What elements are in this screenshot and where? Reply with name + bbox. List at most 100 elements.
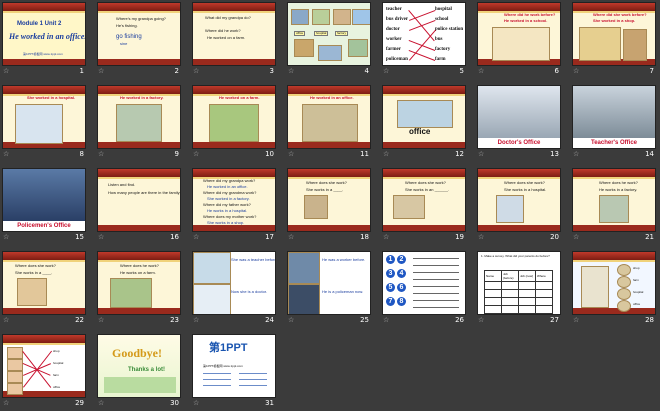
slide-thumbnail-15[interactable]: Policemen's Office — [2, 168, 86, 232]
slide-thumbnail-6[interactable]: Where did he work before? He worked in a … — [477, 2, 561, 66]
transition-star-icon[interactable]: ☆ — [98, 150, 104, 158]
slide-thumbnail-10[interactable]: He worked on a farm. — [192, 85, 276, 149]
match-line — [409, 20, 436, 31]
transition-star-icon[interactable]: ☆ — [3, 399, 9, 407]
place-word: police station — [435, 27, 464, 32]
transition-star-icon[interactable]: ☆ — [193, 233, 199, 241]
transition-star-icon[interactable]: ☆ — [288, 233, 294, 241]
table-cell — [518, 289, 536, 298]
transition-star-icon[interactable]: ☆ — [288, 316, 294, 324]
slide-thumbnail-5[interactable]: teacher bus driver doctor worker farmer polic… — [382, 2, 466, 66]
transition-star-icon[interactable]: ☆ — [383, 67, 389, 75]
text-line — [239, 379, 267, 380]
table-cell — [484, 289, 502, 298]
transition-star-icon[interactable]: ☆ — [478, 150, 484, 158]
slide-thumbnail-28[interactable]: shop farm hospital office — [572, 251, 656, 315]
slide-picture — [304, 195, 328, 219]
transition-star-icon[interactable]: ☆ — [193, 399, 199, 407]
slide-footer-band — [478, 225, 560, 231]
slide-number: 2 — [174, 67, 179, 75]
slide-thumbnail-26[interactable]: 12345678 — [382, 251, 466, 315]
slide-header-band — [478, 3, 560, 13]
slide-picture — [352, 9, 370, 25]
slide-thumbnail-13[interactable]: Doctor's Office — [477, 85, 561, 149]
answer-line — [413, 272, 459, 273]
slide-thumbnail-16[interactable]: Listen and find. How many people are ther… — [97, 168, 181, 232]
slide-text: Where does she work? — [306, 180, 347, 185]
slide-header-band — [478, 169, 560, 179]
slide-thumbnail-19[interactable]: Where does she work? She works in an ____… — [382, 168, 466, 232]
transition-star-icon[interactable]: ☆ — [573, 67, 579, 75]
transition-star-icon[interactable]: ☆ — [383, 316, 389, 324]
transition-star-icon[interactable]: ☆ — [383, 150, 389, 158]
transition-star-icon[interactable]: ☆ — [98, 316, 104, 324]
slide-thumbnail-3[interactable]: What did my grandpa do? Where did he work… — [192, 2, 276, 66]
slide-thumbnail-14[interactable]: Teacher's Office — [572, 85, 656, 149]
slide-thumbnail-17[interactable]: Where did my grandpa work? He worked in a… — [192, 168, 276, 232]
slide-text: She works in a ____. — [15, 270, 53, 275]
transition-star-icon[interactable]: ☆ — [193, 316, 199, 324]
slide-thumbnail-31[interactable]: 第1PPT 第1PPT模板网 www.1ppt.com — [192, 334, 276, 398]
transition-star-icon[interactable]: ☆ — [98, 233, 104, 241]
slide-thumbnail-25[interactable]: He was a worker before. He is a policeman… — [287, 251, 371, 315]
slide-number: 8 — [79, 150, 84, 158]
transition-star-icon[interactable]: ☆ — [478, 67, 484, 75]
transition-star-icon[interactable]: ☆ — [98, 67, 104, 75]
transition-star-icon[interactable]: ☆ — [573, 233, 579, 241]
slide-thumbnail-11[interactable]: He worked in an office. — [287, 85, 371, 149]
transition-star-icon[interactable]: ☆ — [383, 233, 389, 241]
slide-thumbnail-12[interactable]: office — [382, 85, 466, 149]
slide-thumbnail-27[interactable]: 1. Make a survey. What did your parents … — [477, 251, 561, 315]
slide-footer-band — [383, 142, 465, 148]
slide-picture — [623, 29, 647, 61]
slide-thumbnail-29[interactable]: shop hospital farm office — [2, 334, 86, 398]
slide-thumbnail-8[interactable]: She worked in a hospital. — [2, 85, 86, 149]
number-circle: 5 — [386, 283, 395, 292]
slide-thumbnail-1[interactable]: Module 1 Unit 2 He worked in an office. 第1… — [2, 2, 86, 66]
slide-thumbnail-4[interactable]: office hospital factory — [287, 2, 371, 66]
slide-picture — [193, 252, 231, 284]
slide-text: What did my grandpa do? — [205, 15, 251, 20]
transition-star-icon[interactable]: ☆ — [98, 399, 104, 407]
transition-star-icon[interactable]: ☆ — [573, 316, 579, 324]
slide-thumbnail-7[interactable]: Where did she work before? She worked in … — [572, 2, 656, 66]
slide-thumbnail-22[interactable]: Where does she work? She works in a ____. — [2, 251, 86, 315]
slide-thumbnail-30[interactable]: Goodbye! Thanks a lot! — [97, 334, 181, 398]
number-circle: 6 — [397, 283, 406, 292]
slide-text: She works in a hospital. — [504, 187, 547, 192]
table-cell — [501, 297, 519, 306]
transition-star-icon[interactable]: ☆ — [3, 67, 9, 75]
text-line — [239, 385, 267, 386]
slide-footer-band — [98, 142, 180, 148]
slide-subtitle: Thanks a lot! — [128, 367, 166, 373]
transition-star-icon[interactable]: ☆ — [3, 150, 9, 158]
transition-star-icon[interactable]: ☆ — [3, 233, 9, 241]
transition-star-icon[interactable]: ☆ — [478, 316, 484, 324]
slide-thumbnail-23[interactable]: Where does he work? He works on a farm. — [97, 251, 181, 315]
slide-thumbnail-20[interactable]: Where does she work? She works in a hospi… — [477, 168, 561, 232]
slide-thumbnail-24[interactable]: She was a teacher before. Now she is a do… — [192, 251, 276, 315]
slide-thumbnail-9[interactable]: He worked in a factory. — [97, 85, 181, 149]
slide-text: She worked in a shop. — [593, 18, 636, 23]
slide-thumbnail-2[interactable]: Where's my grandpa going? He's fishing. go… — [97, 2, 181, 66]
table-cell — [501, 305, 519, 314]
transition-star-icon[interactable]: ☆ — [193, 67, 199, 75]
number-circle: 2 — [397, 255, 406, 264]
table-cell — [518, 281, 536, 290]
slide-number: 24 — [265, 316, 274, 324]
table-cell: Job (now) — [518, 270, 536, 282]
transition-star-icon[interactable]: ☆ — [193, 150, 199, 158]
slide-thumbnail-18[interactable]: Where does she work? She works in a ____. — [287, 168, 371, 232]
slide-thumbnail-21[interactable]: Where does he work? He works in a factory… — [572, 168, 656, 232]
logo: 第1PPT — [209, 342, 248, 354]
transition-star-icon[interactable]: ☆ — [573, 150, 579, 158]
transition-star-icon[interactable]: ☆ — [3, 316, 9, 324]
transition-star-icon[interactable]: ☆ — [478, 233, 484, 241]
slide-text: Where's my grandpa going? — [116, 16, 166, 21]
slide-header-band — [98, 169, 180, 179]
job-word: teacher — [386, 7, 402, 12]
transition-star-icon[interactable]: ☆ — [288, 67, 294, 75]
transition-star-icon[interactable]: ☆ — [288, 150, 294, 158]
slide-number: 27 — [550, 316, 559, 324]
slide-picture — [7, 371, 23, 383]
